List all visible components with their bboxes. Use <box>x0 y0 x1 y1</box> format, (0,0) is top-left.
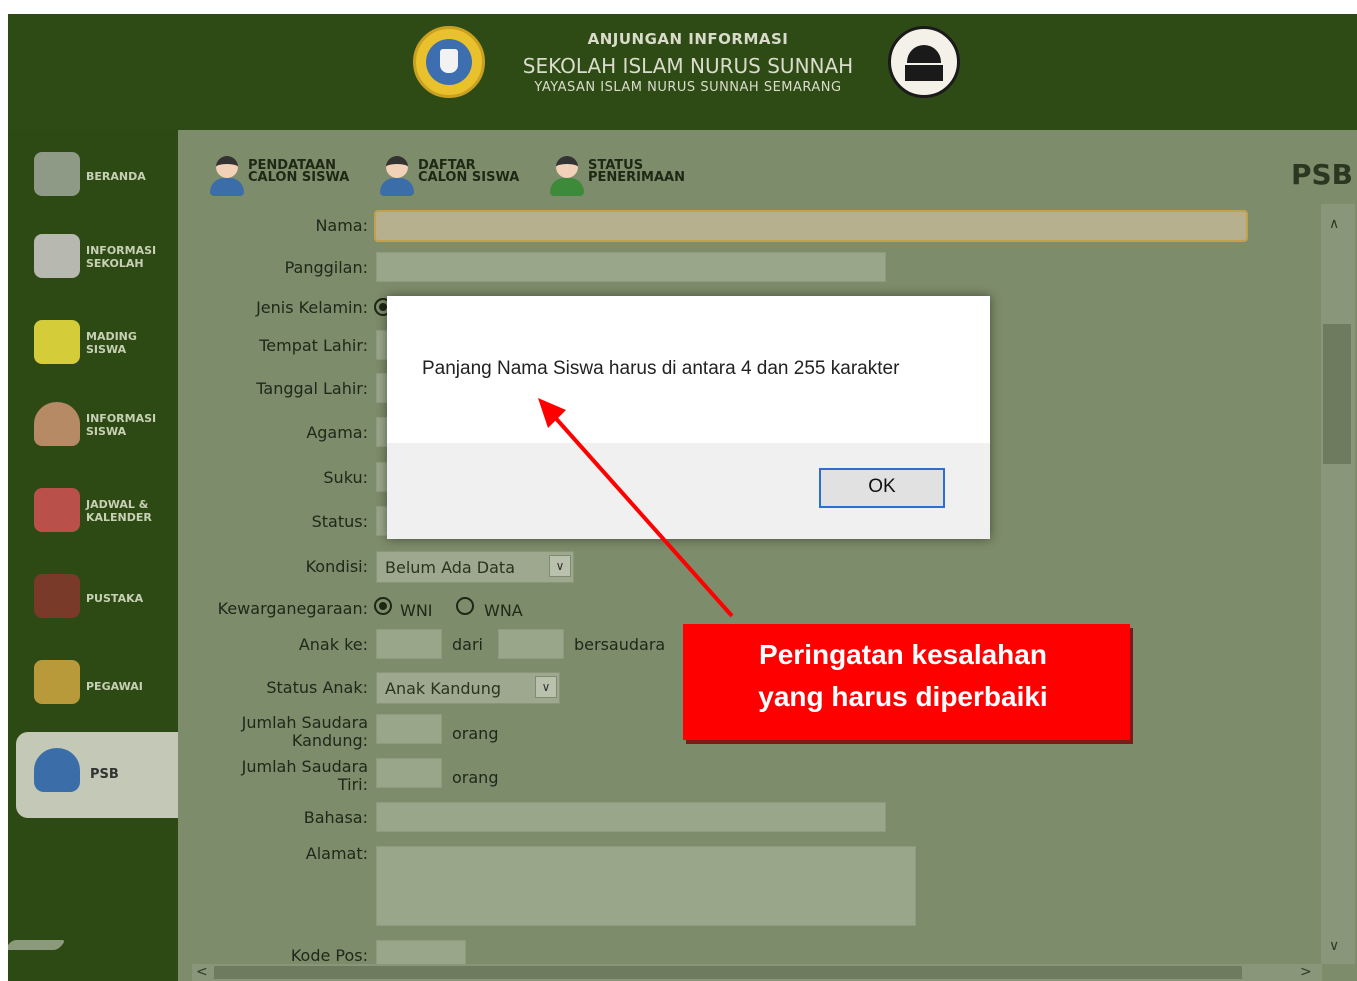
arrow-line <box>550 412 734 618</box>
annotation-arrow <box>538 398 734 618</box>
